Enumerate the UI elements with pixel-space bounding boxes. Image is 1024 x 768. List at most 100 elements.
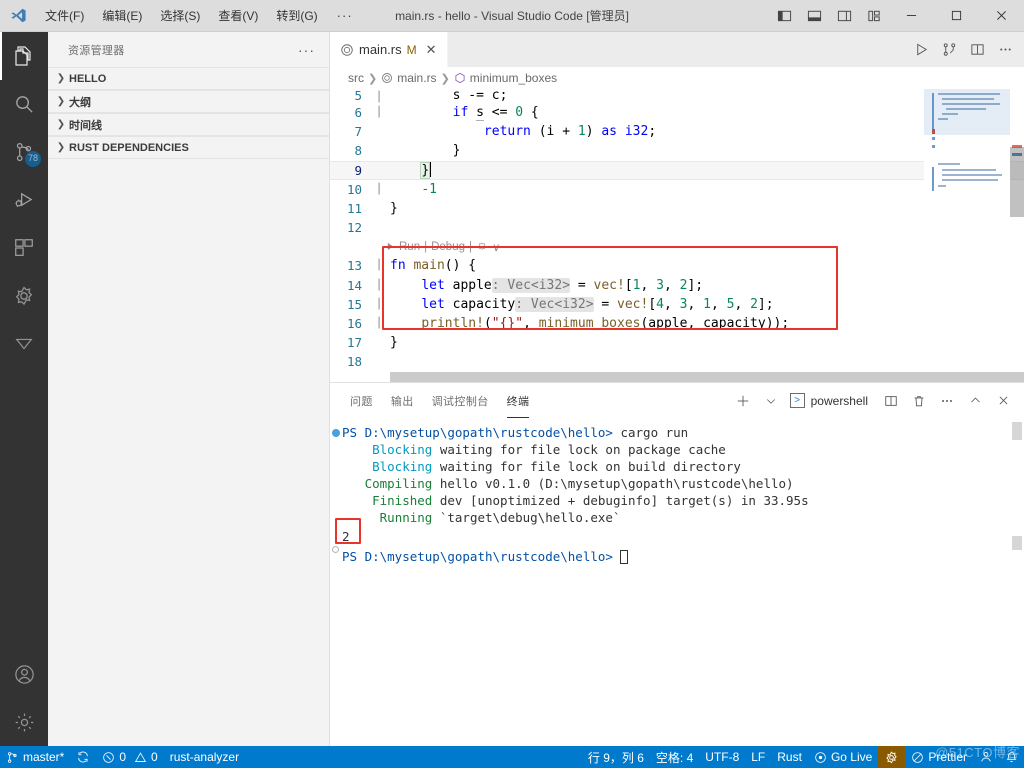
terminal-scrollbar-thumb[interactable] xyxy=(1012,422,1022,440)
chevron-right-icon: ❯ xyxy=(56,96,66,107)
status-branch-label: master* xyxy=(23,750,65,764)
terminal-instance-powershell[interactable]: > powershell xyxy=(786,393,876,408)
minimize-button[interactable] xyxy=(889,0,934,31)
line-number: 13 xyxy=(346,258,362,274)
status-rust-analyzer[interactable]: rust-analyzer xyxy=(164,746,245,768)
minimap-slider[interactable] xyxy=(924,89,1010,135)
menu-view[interactable]: 查看(V) xyxy=(209,0,267,31)
activity-item-rust[interactable] xyxy=(0,272,48,320)
status-cursor-position[interactable]: 行 9，列 6 xyxy=(582,746,650,768)
status-sync[interactable] xyxy=(70,746,96,768)
status-indentation[interactable]: 空格: 4 xyxy=(650,746,699,768)
activity-bar-bottom xyxy=(0,650,48,746)
menu-overflow-button[interactable]: ··· xyxy=(327,0,363,31)
editor-group: main.rs M ✕ src ❯ main.rs ❯ minimum_boxe… xyxy=(330,32,1024,746)
breadcrumb-item-minimum-boxes[interactable]: minimum_boxes xyxy=(454,71,557,85)
terminal-output[interactable]: PS D:\mysetup\gopath\rustcode\hello> car… xyxy=(330,418,1024,746)
code-line: 13 ┃ fn main() { xyxy=(330,256,1024,275)
breadcrumb-item-main-rs[interactable]: main.rs xyxy=(381,71,437,85)
close-button[interactable] xyxy=(979,0,1024,31)
status-rust-toolchain[interactable] xyxy=(878,746,906,768)
toggle-primary-sidebar-icon[interactable] xyxy=(769,0,799,31)
fold-indicator[interactable]: ┃ xyxy=(372,107,386,118)
activity-item-accounts[interactable] xyxy=(0,650,48,698)
toggle-panel-icon[interactable] xyxy=(799,0,829,31)
terminal-text: waiting for file lock on build directory xyxy=(432,459,741,474)
panel-more-button[interactable] xyxy=(934,388,960,414)
line-number: 12 xyxy=(346,220,362,236)
activity-item-search[interactable] xyxy=(0,80,48,128)
editor-horizontal-scrollbar[interactable] xyxy=(330,372,1024,382)
activity-item-manage[interactable] xyxy=(0,698,48,746)
kill-terminal-button[interactable] xyxy=(906,388,932,414)
new-terminal-button[interactable] xyxy=(730,388,756,414)
codelens-debug-link[interactable]: Debug xyxy=(431,241,465,253)
more-actions-button[interactable] xyxy=(992,37,1018,63)
activity-item-filter-view[interactable] xyxy=(0,320,48,368)
error-count: 0 xyxy=(119,750,127,764)
split-terminal-button[interactable] xyxy=(878,388,904,414)
fold-indicator[interactable]: ┃ xyxy=(372,280,386,291)
editor-vertical-scrollbar[interactable] xyxy=(1010,89,1024,382)
status-eol[interactable]: LF xyxy=(745,746,771,768)
status-go-live-label: Go Live xyxy=(830,750,873,764)
split-editor-button[interactable] xyxy=(964,37,990,63)
sidebar-section-rust-dependencies[interactable]: ❯ RUST DEPENDENCIES xyxy=(48,136,329,159)
inlay-hint: : Vec<i32> xyxy=(515,296,594,312)
breadcrumb-item-src[interactable]: src xyxy=(348,71,364,85)
maximize-button[interactable] xyxy=(934,0,979,31)
status-go-live[interactable]: Go Live xyxy=(808,746,878,768)
fold-indicator[interactable]: ┃ xyxy=(372,184,386,195)
fold-indicator[interactable]: ┃ xyxy=(372,299,386,310)
panel-tab-terminal[interactable]: 终端 xyxy=(506,383,530,418)
rust-codelens-icon[interactable] xyxy=(476,241,488,253)
status-feedback[interactable] xyxy=(973,746,999,768)
customize-layout-icon[interactable] xyxy=(859,0,889,31)
activity-item-run-and-debug[interactable] xyxy=(0,176,48,224)
close-panel-button[interactable] xyxy=(990,388,1016,414)
panel-tab-debug-console[interactable]: 调试控制台 xyxy=(432,383,489,418)
code-editor[interactable]: 5 ┃ s -= c; 6 ┃ if s <= 0 { 7 return (i … xyxy=(330,89,1024,382)
panel-tab-problems[interactable]: 问题 xyxy=(350,383,373,418)
line-number: 10 xyxy=(346,181,362,197)
status-problems[interactable]: 0 0 xyxy=(96,746,163,768)
sidebar-section-outline[interactable]: ❯ 大纲 xyxy=(48,90,329,113)
status-encoding[interactable]: UTF-8 xyxy=(699,746,745,768)
fold-indicator[interactable]: ┃ xyxy=(372,318,386,329)
tab-close-icon[interactable]: ✕ xyxy=(426,42,437,58)
activity-item-source-control[interactable]: 78 xyxy=(0,128,48,176)
menu-selection[interactable]: 选择(S) xyxy=(151,0,209,31)
status-branch[interactable]: master* xyxy=(0,746,70,768)
menu-file[interactable]: 文件(F) xyxy=(36,0,93,31)
activity-item-explorer[interactable] xyxy=(0,32,48,80)
status-prettier[interactable]: Prettier xyxy=(905,746,973,768)
code-line: 17 } xyxy=(330,333,1024,352)
codelens-run-link[interactable]: Run xyxy=(399,241,420,253)
panel-tab-output[interactable]: 输出 xyxy=(391,383,414,418)
maximize-panel-button[interactable] xyxy=(962,388,988,414)
sidebar-section-hello[interactable]: ❯ HELLO xyxy=(48,67,329,90)
terminal-dropdown-button[interactable] xyxy=(758,388,784,414)
menu-edit[interactable]: 编辑(E) xyxy=(93,0,151,31)
status-language-mode[interactable]: Rust xyxy=(771,746,808,768)
code-text: } xyxy=(390,143,461,159)
chevron-down-icon[interactable]: ∨ xyxy=(492,240,500,254)
terminal-scrollbar-thumb-2[interactable] xyxy=(1012,536,1022,550)
tab-label: main.rs xyxy=(359,42,402,57)
chevron-right-icon: ❯ xyxy=(56,119,66,130)
fold-indicator[interactable]: ┃ xyxy=(372,92,386,103)
open-changes-button[interactable] xyxy=(936,37,962,63)
tab-main-rs[interactable]: main.rs M ✕ xyxy=(330,32,448,67)
command-status-dot-idle xyxy=(332,546,339,553)
activity-item-extensions[interactable] xyxy=(0,224,48,272)
terminal-text: hello v0.1.0 (D:\mysetup\gopath\rustcode… xyxy=(432,476,794,491)
menu-go[interactable]: 转到(G) xyxy=(267,0,326,31)
status-notifications[interactable] xyxy=(999,746,1024,768)
terminal-line-command: PS D:\mysetup\gopath\rustcode\hello> car… xyxy=(342,424,1024,441)
run-code-button[interactable] xyxy=(908,37,934,63)
fold-indicator[interactable]: ┃ xyxy=(372,260,386,271)
minimap[interactable] xyxy=(924,89,1010,382)
toggle-secondary-sidebar-icon[interactable] xyxy=(829,0,859,31)
sidebar-section-timeline[interactable]: ❯ 时间线 xyxy=(48,113,329,136)
sidebar-more-actions-button[interactable]: ··· xyxy=(292,42,321,58)
